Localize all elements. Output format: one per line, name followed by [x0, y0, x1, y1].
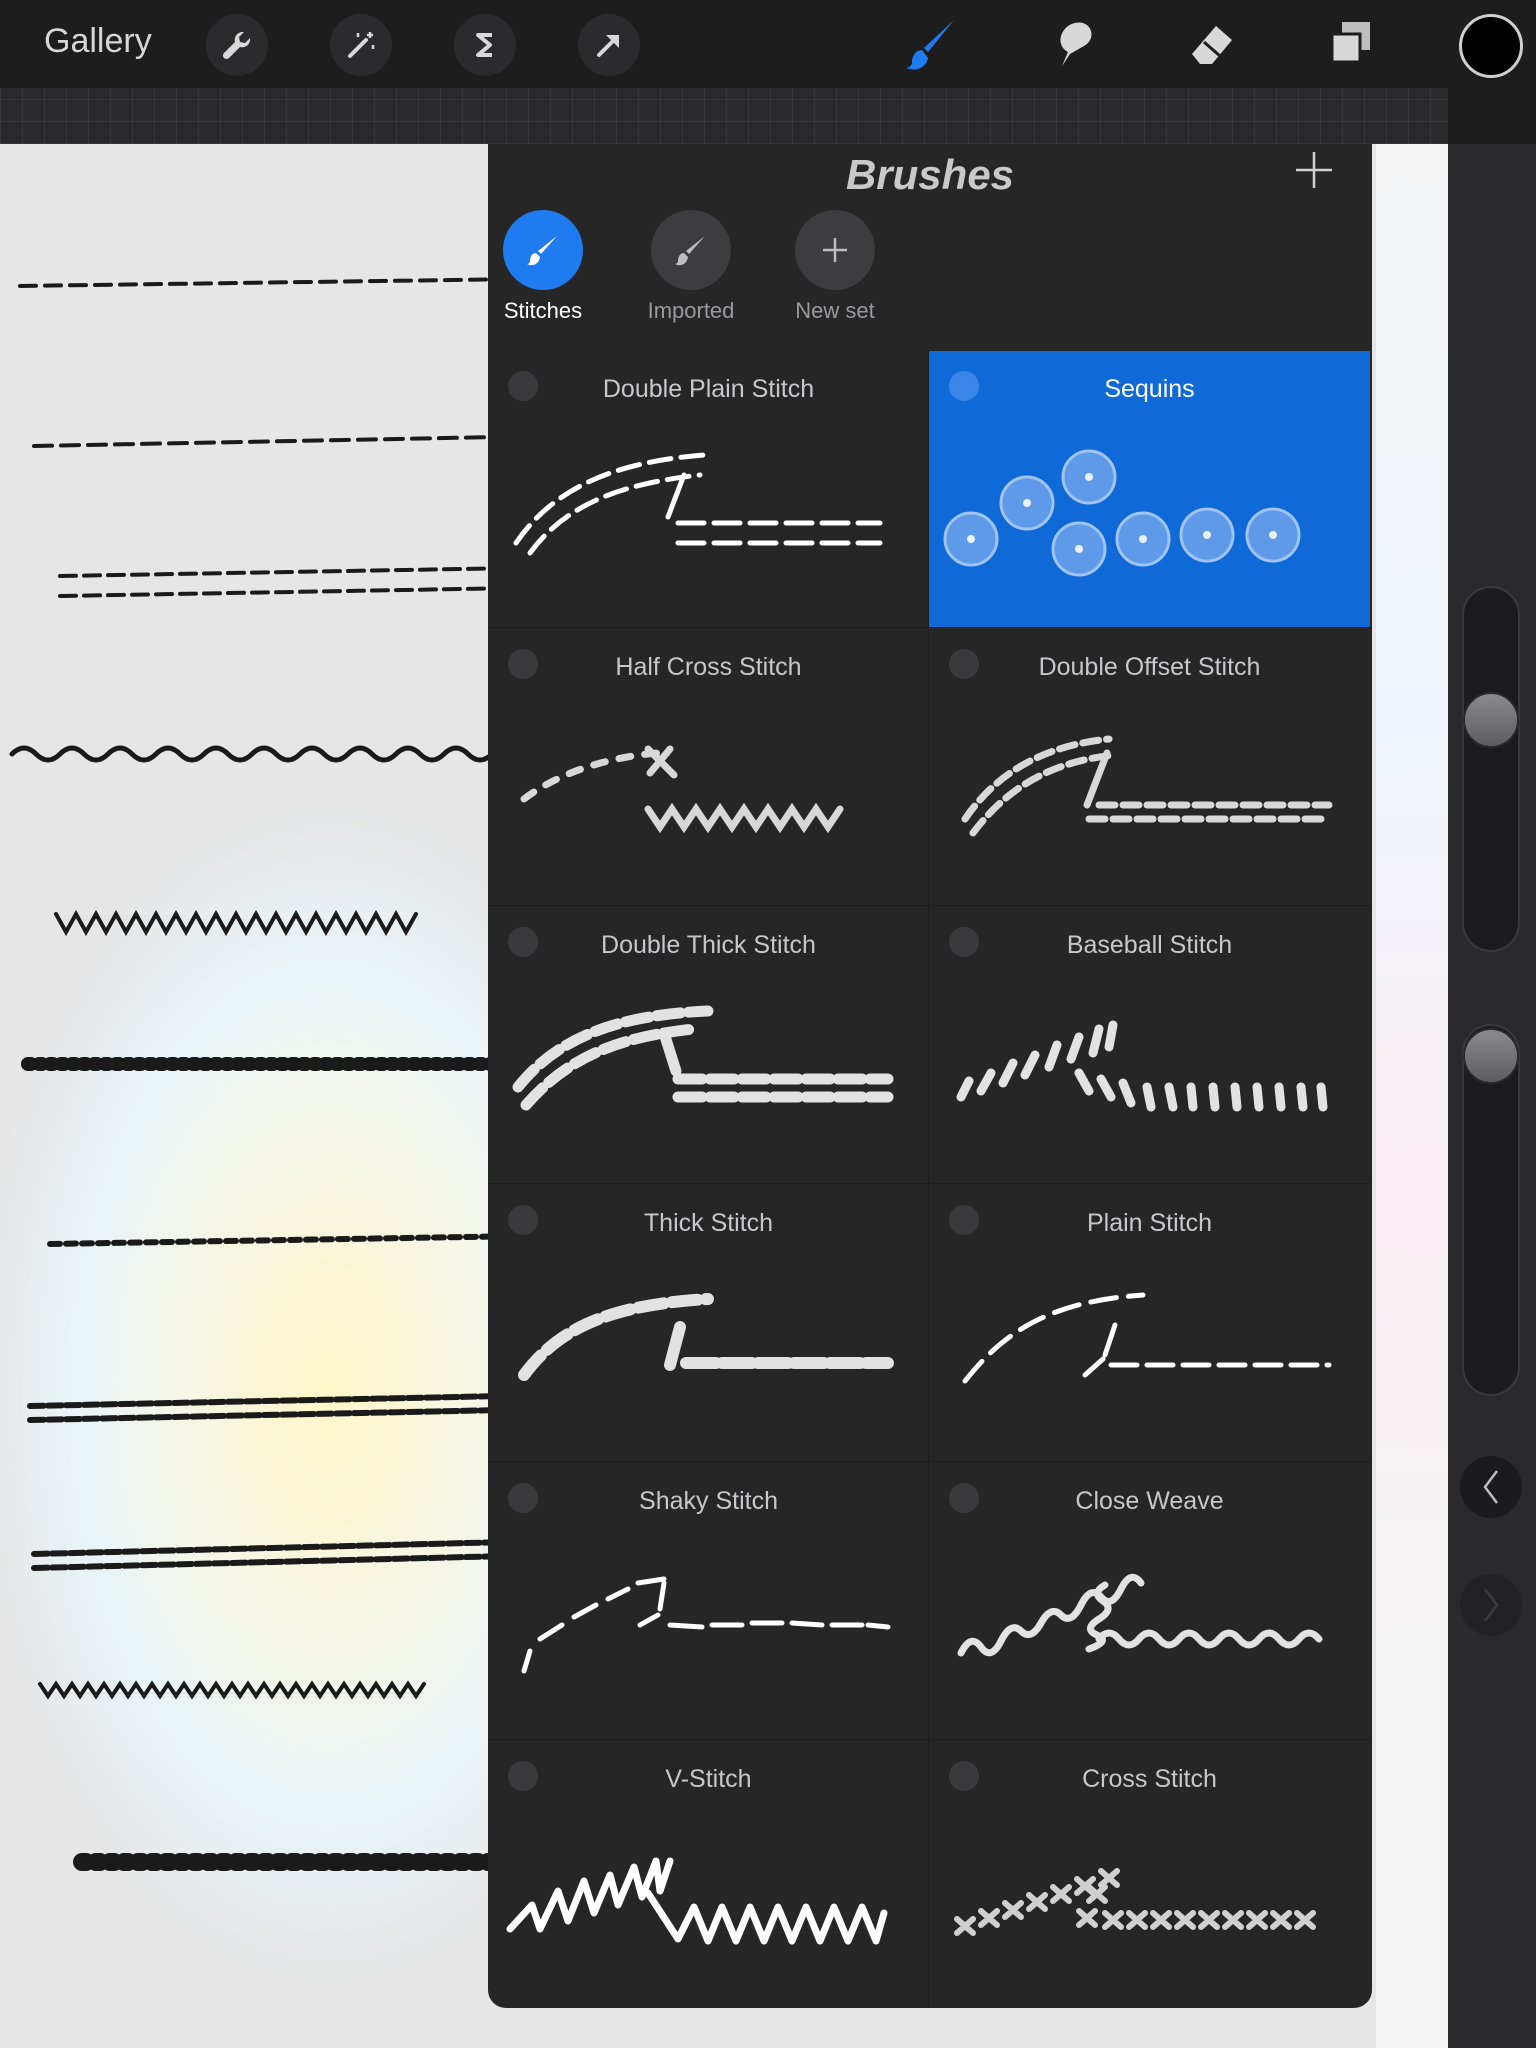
brush-name: Half Cross Stitch: [615, 653, 802, 681]
brush-item[interactable]: Half Cross Stitch: [488, 629, 929, 906]
brush-item[interactable]: Double Offset Stitch: [929, 629, 1370, 906]
chevron-right-icon: [1484, 1588, 1499, 1622]
brush-set-new[interactable]: New set: [780, 210, 890, 324]
brush-name: Shaky Stitch: [639, 1487, 778, 1515]
brush-icon[interactable]: [900, 12, 964, 76]
brush-size-thumb[interactable]: [1463, 692, 1519, 748]
brush-stroke-preview: [520, 745, 844, 834]
brush-stroke-preview: [518, 1293, 894, 1381]
top-toolbar: Gallery: [0, 0, 1536, 88]
chevron-left-icon: [1483, 1470, 1498, 1504]
magic-wand-icon[interactable]: [330, 14, 392, 76]
selection-icon[interactable]: [454, 14, 516, 76]
brush-set-icon: [503, 210, 583, 290]
brush-set-label: New set: [795, 298, 875, 323]
brush-name: Sequins: [1104, 375, 1195, 403]
brush-name: Baseball Stitch: [1066, 931, 1233, 959]
brush-item[interactable]: Cross Stitch: [929, 1741, 1370, 2008]
ruler-corner: [1448, 88, 1536, 144]
brush-name: Double Plain Stitch: [602, 375, 815, 403]
brush-item[interactable]: Thick Stitch: [488, 1185, 929, 1462]
eraser-icon[interactable]: [1180, 12, 1244, 76]
wrench-icon[interactable]: [206, 14, 268, 76]
brush-set-label: Stitches: [503, 298, 583, 323]
brush-item-selected[interactable]: Sequins: [929, 351, 1370, 628]
brush-stroke-preview: [957, 1573, 1323, 1657]
color-swatch[interactable]: [1459, 14, 1523, 78]
brush-stroke-preview: [961, 735, 1333, 837]
brush-stroke-preview: [962, 1292, 1332, 1384]
redo-button[interactable]: [1460, 1574, 1522, 1636]
brush-stroke-preview: [506, 1857, 888, 1945]
brush-item[interactable]: V-Stitch: [488, 1741, 929, 2008]
brush-stroke-preview: [943, 449, 1301, 577]
brush-item[interactable]: Baseball Stitch: [929, 907, 1370, 1184]
brush-set-stitches[interactable]: Stitches: [488, 210, 598, 324]
brush-item[interactable]: Plain Stitch: [929, 1185, 1370, 1462]
brush-item[interactable]: Close Weave: [929, 1463, 1370, 1740]
undo-button[interactable]: [1460, 1456, 1522, 1518]
brush-name: V-Stitch: [665, 1765, 752, 1793]
gallery-button[interactable]: Gallery: [44, 22, 152, 61]
brush-stroke-preview: [512, 1005, 894, 1111]
brush-set-label: Imported: [647, 298, 735, 323]
brush-set-icon: [651, 210, 731, 290]
brush-set-icon: [795, 210, 875, 290]
brush-size-slider[interactable]: [1462, 586, 1520, 952]
brush-item[interactable]: Double Plain Stitch: [488, 351, 929, 628]
brush-name: Close Weave: [1075, 1487, 1224, 1515]
brush-name: Plain Stitch: [1086, 1209, 1213, 1237]
brush-name: Double Thick Stitch: [601, 931, 816, 959]
brush-name: Double Offset Stitch: [1038, 653, 1261, 681]
brush-item[interactable]: Shaky Stitch: [488, 1463, 929, 1740]
add-brush-button[interactable]: [1294, 150, 1334, 190]
brush-stroke-preview: [513, 452, 883, 556]
brush-stroke-preview: [956, 1020, 1328, 1112]
canvas-edge: [1376, 144, 1448, 2048]
brush-name: Thick Stitch: [643, 1209, 774, 1237]
brushes-panel: Brushes Stitches Imported New set Double…: [488, 144, 1372, 2008]
brush-name: Cross Stitch: [1082, 1765, 1217, 1793]
layers-icon[interactable]: [1318, 12, 1382, 76]
brush-set-imported[interactable]: Imported: [636, 210, 746, 324]
brush-stroke-preview: [954, 1868, 1316, 1936]
plus-icon: [1296, 152, 1332, 188]
ruler-strip: [0, 88, 1448, 144]
plus-icon: [823, 238, 847, 262]
smudge-icon[interactable]: [1038, 12, 1102, 76]
brush-stroke-preview: [521, 1576, 891, 1674]
opacity-thumb[interactable]: [1463, 1028, 1519, 1084]
panel-title: Brushes: [845, 151, 1015, 198]
brush-item[interactable]: Double Thick Stitch: [488, 907, 929, 1184]
transform-arrow-icon[interactable]: [578, 14, 640, 76]
